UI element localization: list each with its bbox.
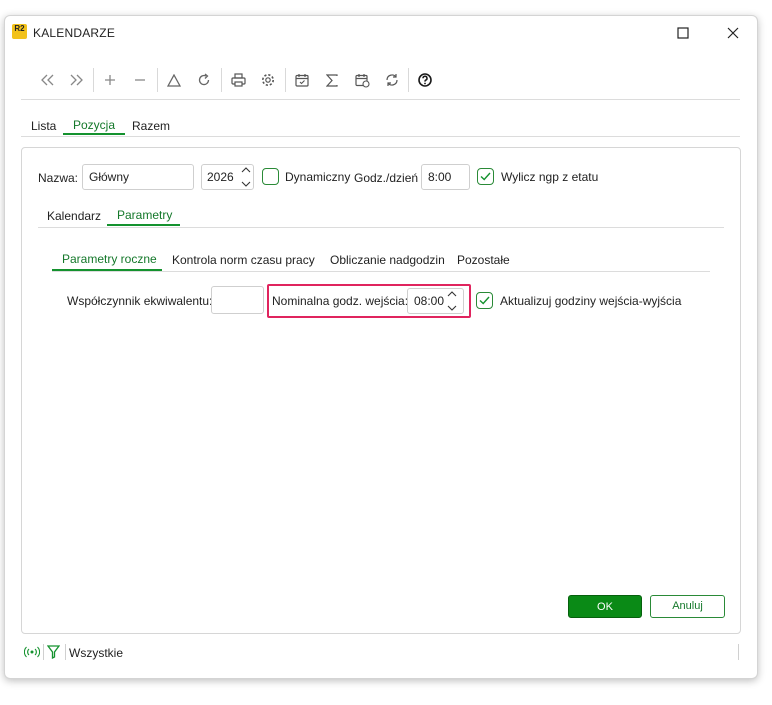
tab-work-norms[interactable]: Kontrola norm czasu pracy <box>172 253 315 267</box>
coef-label: Współczynnik ekwiwalentu: <box>67 294 213 308</box>
subtabs-divider <box>38 227 724 228</box>
hours-per-day-input[interactable]: 8:00 <box>421 164 470 190</box>
name-input[interactable]: Główny <box>82 164 194 190</box>
calendar-check-button[interactable] <box>289 66 315 94</box>
tabs-divider <box>21 136 740 137</box>
calc-ngp-checkbox[interactable] <box>477 168 494 185</box>
calendars-window: R2 KALENDARZE Lista Pozycja Razem Nazwa:… <box>4 15 758 679</box>
help-button[interactable] <box>412 66 438 94</box>
refresh-button[interactable] <box>191 66 217 94</box>
remove-button[interactable] <box>127 66 153 94</box>
tab-other[interactable]: Pozostałe <box>457 253 510 267</box>
double-chevron-left-icon <box>41 74 54 86</box>
maximize-icon <box>677 27 689 39</box>
tab-kalendarz[interactable]: Kalendarz <box>47 209 101 223</box>
filter-label: Wszystkie <box>69 646 123 660</box>
sync-icon <box>386 74 398 86</box>
year-spin-arrows-icon[interactable] <box>240 166 252 188</box>
ok-button[interactable]: OK <box>568 595 642 618</box>
refresh-icon <box>198 73 210 86</box>
sigma-icon <box>326 73 338 87</box>
year-value: 2026 <box>207 170 234 184</box>
tab-pozycja[interactable]: Pozycja <box>73 118 115 132</box>
tab-overtime[interactable]: Obliczanie nadgodzin <box>330 253 445 267</box>
calendar-clock-button[interactable] <box>349 66 375 94</box>
tab-razem[interactable]: Razem <box>132 119 170 133</box>
toolbar-divider <box>21 99 740 100</box>
print-button[interactable] <box>225 66 251 94</box>
close-button[interactable] <box>711 16 755 50</box>
broadcast-icon[interactable] <box>24 646 40 658</box>
update-hours-checkbox[interactable] <box>476 292 493 309</box>
update-hours-label: Aktualizuj godziny wejścia-wyjścia <box>500 294 682 308</box>
cancel-button[interactable]: Anuluj <box>650 595 725 618</box>
gear-icon <box>262 74 274 86</box>
settings-button[interactable] <box>255 66 281 94</box>
last-record-button[interactable] <box>63 66 89 94</box>
help-icon <box>418 73 432 87</box>
app-logo: R2 <box>12 24 27 39</box>
hours-per-day-label: Godz./dzień <box>354 171 419 185</box>
nominal-entry-value: 08:00 <box>414 294 445 308</box>
first-record-button[interactable] <box>35 66 61 94</box>
calendar-clock-icon <box>354 73 370 88</box>
close-icon <box>727 27 739 39</box>
calendar-check-icon <box>295 74 309 87</box>
minus-icon <box>135 79 145 81</box>
checkmark-icon <box>479 296 490 305</box>
status-bar: Wszystkie <box>5 642 757 664</box>
add-button[interactable] <box>97 66 123 94</box>
window-title: KALENDARZE <box>33 26 116 40</box>
tab-pozycja-underline <box>63 133 125 135</box>
title-bar: R2 KALENDARZE <box>5 16 757 50</box>
triangle-button[interactable] <box>161 66 187 94</box>
triangle-icon <box>167 73 181 87</box>
sync-button[interactable] <box>379 66 405 94</box>
tab-lista[interactable]: Lista <box>31 119 56 133</box>
print-icon <box>230 73 246 87</box>
sum-button[interactable] <box>319 66 345 94</box>
double-chevron-right-icon <box>70 74 83 86</box>
name-label: Nazwa: <box>38 171 79 185</box>
tab-annual-params[interactable]: Parametry roczne <box>62 252 157 266</box>
plus-icon <box>105 75 115 85</box>
dynamic-checkbox[interactable] <box>262 168 279 185</box>
calc-ngp-label: Wylicz ngp z etatu <box>501 170 599 184</box>
filter-icon[interactable] <box>47 645 60 659</box>
param-tabs-divider <box>52 271 710 272</box>
maximize-button[interactable] <box>661 16 705 50</box>
nominal-entry-label: Nominalna godz. wejścia: <box>272 294 409 308</box>
coef-input[interactable] <box>211 286 264 314</box>
tab-parametry-underline <box>107 224 180 226</box>
nominal-spin-arrows-icon[interactable] <box>446 290 458 312</box>
dynamic-label: Dynamiczny <box>285 170 351 184</box>
tab-parametry[interactable]: Parametry <box>117 208 172 222</box>
checkmark-icon <box>480 172 491 181</box>
